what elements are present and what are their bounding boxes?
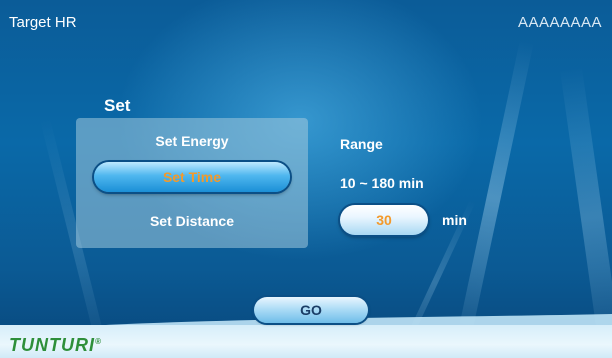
set-time-button[interactable]: Set Time — [94, 162, 290, 192]
time-value-input[interactable]: 30 — [340, 205, 428, 235]
tunturi-logo: TUNTURI® — [9, 335, 102, 356]
page-title: Target HR — [9, 14, 77, 31]
set-distance-button[interactable]: Set Distance — [94, 206, 290, 236]
unit-label: min — [442, 212, 467, 228]
range-label: Range — [340, 136, 383, 152]
set-heading: Set — [104, 96, 131, 115]
screen: Target HR AAAAAAAA Set Set Energy Set Ti… — [0, 0, 612, 358]
light-beam-decoration — [453, 40, 534, 356]
logo-text: TUNTURI — [9, 335, 95, 355]
set-energy-button[interactable]: Set Energy — [94, 126, 290, 156]
registered-mark: ® — [95, 337, 102, 346]
set-mode-panel: Set Energy Set Time Set Distance — [76, 118, 308, 248]
go-button[interactable]: GO — [254, 297, 368, 323]
range-value: 10 ~ 180 min — [340, 175, 424, 191]
user-name: AAAAAAAA — [517, 14, 602, 31]
